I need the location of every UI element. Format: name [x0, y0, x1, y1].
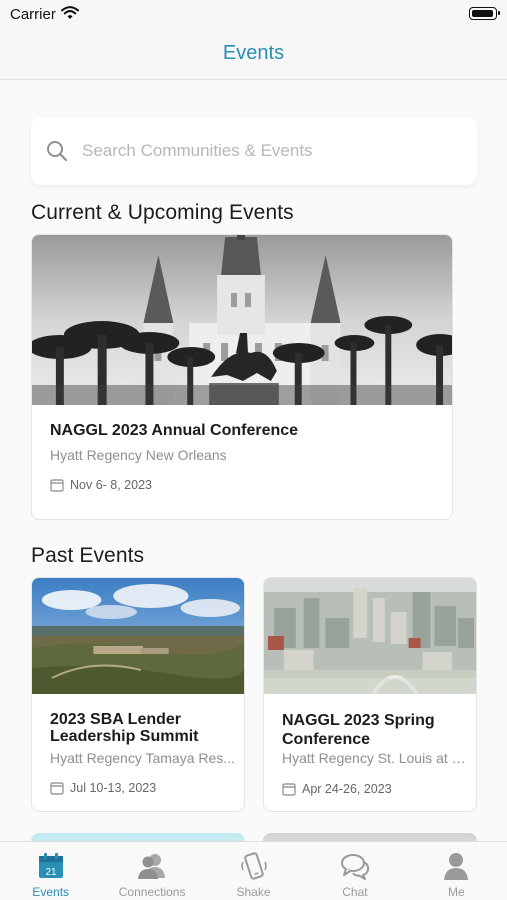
city-aerial-photo: [264, 578, 476, 694]
tab-label: Events: [32, 885, 70, 899]
past-events-heading: Past Events: [31, 544, 145, 567]
tab-label: Connections: [118, 885, 186, 899]
event-date: Nov 6- 8, 2023: [50, 478, 152, 492]
calendar-icon: [50, 479, 64, 492]
tab-bar: 21 Events Connections Shake Chat Me: [0, 841, 507, 900]
tab-shake[interactable]: Shake: [203, 842, 304, 900]
people-icon: [138, 854, 166, 879]
battery-icon: [469, 7, 500, 20]
event-date-text: Nov 6- 8, 2023: [70, 478, 152, 492]
calendar-day: 21: [45, 867, 57, 878]
page-title: Events: [222, 42, 285, 64]
person-icon: [444, 853, 469, 880]
calendar-icon: [50, 782, 64, 795]
tab-events[interactable]: 21 Events: [0, 842, 101, 900]
navigation-bar: Events: [0, 28, 507, 80]
event-title: 2023 SBA Lender Leadership Summit: [50, 711, 199, 745]
cathedral-photo: [32, 235, 452, 405]
shake-phone-icon: [240, 852, 267, 880]
event-venue: Hyatt Regency New Orleans: [50, 447, 227, 463]
event-date: Apr 24-26, 2023: [282, 782, 392, 796]
event-venue: Hyatt Regency Tamaya Res...: [50, 750, 235, 766]
resort-landscape-photo: [32, 578, 244, 694]
search-input[interactable]: Search Communities & Events: [82, 141, 313, 161]
event-date-text: Jul 10-13, 2023: [70, 781, 157, 795]
tab-me[interactable]: Me: [406, 842, 507, 900]
tab-label: Shake: [236, 885, 271, 899]
event-card-peek[interactable]: [31, 833, 245, 841]
tab-label: Me: [447, 885, 465, 899]
event-card-peek[interactable]: [263, 833, 477, 841]
wifi-icon: [61, 6, 79, 19]
tab-label: Chat: [342, 885, 368, 899]
events-content[interactable]: Search Communities & Events Current & Up…: [0, 81, 507, 841]
current-events-heading: Current & Upcoming Events: [31, 201, 294, 224]
tab-connections[interactable]: Connections: [101, 842, 202, 900]
event-venue: Hyatt Regency St. Louis at t...: [282, 750, 467, 766]
event-date: Jul 10-13, 2023: [50, 781, 156, 795]
event-card-sba-summit[interactable]: 2023 SBA Lender Leadership Summit Hyatt …: [31, 577, 245, 812]
event-card-naggl-spring[interactable]: NAGGL 2023 Spring Conference Hyatt Regen…: [263, 577, 477, 812]
search-icon: [47, 141, 68, 162]
tab-chat[interactable]: Chat: [304, 842, 405, 900]
event-date-text: Apr 24-26, 2023: [302, 782, 392, 796]
search-bar[interactable]: Search Communities & Events: [31, 117, 477, 185]
status-bar: Carrier: [0, 0, 507, 28]
event-title: NAGGL 2023 Annual Conference: [50, 422, 299, 439]
chat-bubbles-icon: [340, 854, 370, 880]
calendar-icon: 21: [38, 853, 63, 878]
event-card-naggl-annual[interactable]: NAGGL 2023 Annual Conference Hyatt Regen…: [31, 234, 453, 520]
calendar-icon: [282, 783, 296, 796]
carrier-label: Carrier: [10, 6, 56, 23]
event-title: NAGGL 2023 Spring Conference: [282, 712, 435, 748]
